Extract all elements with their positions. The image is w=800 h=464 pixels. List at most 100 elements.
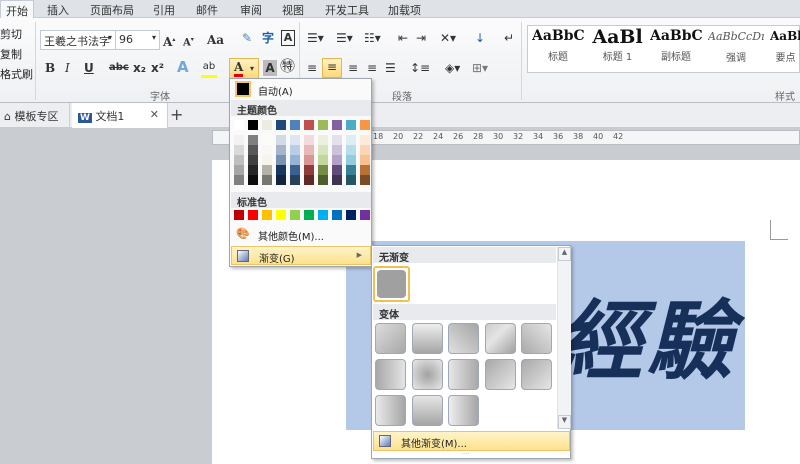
standard-color-swatch[interactable] — [290, 210, 300, 220]
change-case-button[interactable]: Aa — [207, 32, 224, 48]
theme-color-swatch[interactable] — [318, 120, 328, 130]
sort-icon[interactable]: ↓ — [475, 30, 485, 46]
standard-color-swatch[interactable] — [262, 210, 272, 220]
scrollbar[interactable]: ▲ ▼ — [557, 247, 571, 429]
strikethrough-button[interactable]: abc — [109, 60, 129, 76]
theme-color-shade-swatch[interactable] — [276, 155, 286, 165]
gradient-variant-option[interactable] — [375, 395, 406, 426]
scroll-up-icon[interactable]: ▲ — [558, 247, 571, 261]
style-emphasis[interactable]: AaBbCcDı 强调 — [708, 28, 764, 64]
theme-color-shade-swatch[interactable] — [346, 135, 356, 145]
theme-color-shade-swatch[interactable] — [290, 155, 300, 165]
theme-color-shade-swatch[interactable] — [332, 145, 342, 155]
theme-color-shade-swatch[interactable] — [234, 155, 244, 165]
gradient-variant-option[interactable] — [448, 395, 479, 426]
style-strong[interactable]: AaBb 要点 — [770, 28, 800, 64]
theme-color-shade-swatch[interactable] — [276, 165, 286, 175]
theme-color-shade-swatch[interactable] — [332, 155, 342, 165]
theme-color-swatch[interactable] — [248, 120, 258, 130]
gradient-item[interactable]: 渐变(G) ▶ — [231, 246, 371, 265]
template-zone-tab[interactable]: ⌂ 模板专区 — [0, 103, 70, 128]
decrease-indent-icon[interactable]: ⇤ — [398, 30, 408, 46]
tab-addins[interactable]: 加载项 — [388, 2, 421, 18]
gradient-variant-option[interactable] — [448, 359, 479, 390]
theme-color-shade-swatch[interactable] — [290, 135, 300, 145]
tab-home[interactable]: 开始 — [0, 0, 34, 19]
theme-color-shade-swatch[interactable] — [276, 135, 286, 145]
scroll-down-icon[interactable]: ▼ — [558, 415, 571, 429]
phonetic-guide-icon[interactable]: ✎ — [242, 30, 252, 46]
gradient-variant-option[interactable] — [375, 323, 406, 354]
theme-color-swatch[interactable] — [360, 120, 370, 130]
bold-button[interactable]: B — [45, 60, 55, 76]
superscript-button[interactable]: x² — [151, 60, 164, 76]
line-spacing-icon[interactable]: ↕≡ — [410, 60, 430, 76]
theme-color-shade-swatch[interactable] — [248, 175, 258, 185]
character-border-icon[interactable]: A — [281, 30, 295, 46]
gradient-variant-option[interactable] — [375, 359, 406, 390]
theme-color-shade-swatch[interactable] — [346, 165, 356, 175]
theme-color-shade-swatch[interactable] — [234, 135, 244, 145]
theme-color-shade-swatch[interactable] — [360, 155, 370, 165]
more-gradients-item[interactable]: 其他渐变(M)... — [373, 431, 570, 451]
theme-color-shade-swatch[interactable] — [360, 135, 370, 145]
numbering-icon[interactable]: ☰▾ — [336, 30, 353, 46]
theme-color-shade-swatch[interactable] — [262, 155, 272, 165]
gradient-variant-option[interactable] — [411, 323, 443, 354]
theme-color-shade-swatch[interactable] — [262, 145, 272, 155]
theme-color-shade-swatch[interactable] — [262, 165, 272, 175]
theme-color-shade-swatch[interactable] — [262, 135, 272, 145]
theme-color-shade-swatch[interactable] — [304, 155, 314, 165]
theme-color-swatch[interactable] — [290, 120, 300, 130]
tab-references[interactable]: 引用 — [153, 2, 175, 18]
standard-color-swatch[interactable] — [304, 210, 314, 220]
font-color-button[interactable]: A ▾ — [229, 58, 259, 79]
gradient-variant-option[interactable] — [411, 395, 443, 426]
standard-color-swatch[interactable] — [332, 210, 342, 220]
align-center-icon[interactable]: ≡ — [322, 58, 342, 78]
gradient-variant-option[interactable] — [521, 323, 552, 354]
more-colors-item[interactable]: 🎨 其他颜色(M)... — [231, 225, 371, 244]
enclose-characters-button[interactable]: ㊕ — [280, 58, 295, 74]
chinese-layout-icon[interactable]: ✕▾ — [440, 30, 456, 46]
standard-color-swatch[interactable] — [248, 210, 258, 220]
tab-view[interactable]: 视图 — [282, 2, 304, 18]
theme-color-swatch[interactable] — [276, 120, 286, 130]
gradient-variant-option[interactable] — [411, 359, 443, 390]
style-heading-1[interactable]: AaBl 标题 1 — [590, 28, 645, 63]
theme-color-shade-swatch[interactable] — [248, 135, 258, 145]
theme-color-shade-swatch[interactable] — [346, 155, 356, 165]
show-marks-icon[interactable]: ↵ — [504, 30, 514, 46]
tab-insert[interactable]: 插入 — [47, 2, 69, 18]
gradient-variant-option[interactable] — [521, 359, 552, 390]
align-right-icon[interactable]: ≡ — [348, 60, 358, 76]
grow-font-icon[interactable]: A▴ — [163, 32, 175, 50]
format-painter-button[interactable]: 格式刷 — [0, 66, 33, 82]
character-shading-button[interactable]: A — [263, 60, 277, 76]
borders-icon[interactable]: ⊞▾ — [472, 60, 488, 76]
theme-color-shade-swatch[interactable] — [332, 135, 342, 145]
standard-color-swatch[interactable] — [318, 210, 328, 220]
theme-color-shade-swatch[interactable] — [248, 145, 258, 155]
theme-color-shade-swatch[interactable] — [318, 175, 328, 185]
close-tab-button[interactable]: ✕ — [150, 108, 159, 121]
justify-icon[interactable]: ≡ — [367, 60, 377, 76]
document-tab[interactable]: W 文档1 ✕ — [72, 103, 168, 128]
shrink-font-icon[interactable]: A▾ — [183, 32, 194, 51]
theme-color-shade-swatch[interactable] — [248, 165, 258, 175]
gradient-variant-option[interactable] — [484, 323, 516, 354]
resize-grip-icon[interactable]: ···· — [462, 451, 470, 458]
highlight-color-icon[interactable]: ab — [201, 59, 217, 78]
theme-color-shade-swatch[interactable] — [332, 165, 342, 175]
italic-button[interactable]: I — [65, 60, 70, 76]
theme-color-shade-swatch[interactable] — [360, 175, 370, 185]
tab-developer[interactable]: 开发工具 — [325, 2, 369, 18]
distributed-icon[interactable]: ☰ — [385, 60, 396, 76]
gradient-variant-option[interactable] — [484, 359, 516, 390]
theme-color-shade-swatch[interactable] — [304, 135, 314, 145]
theme-color-swatch[interactable] — [346, 120, 356, 130]
shading-icon[interactable]: ◈▾ — [445, 60, 460, 76]
theme-color-swatch[interactable] — [304, 120, 314, 130]
theme-color-shade-swatch[interactable] — [262, 175, 272, 185]
theme-color-shade-swatch[interactable] — [290, 165, 300, 175]
